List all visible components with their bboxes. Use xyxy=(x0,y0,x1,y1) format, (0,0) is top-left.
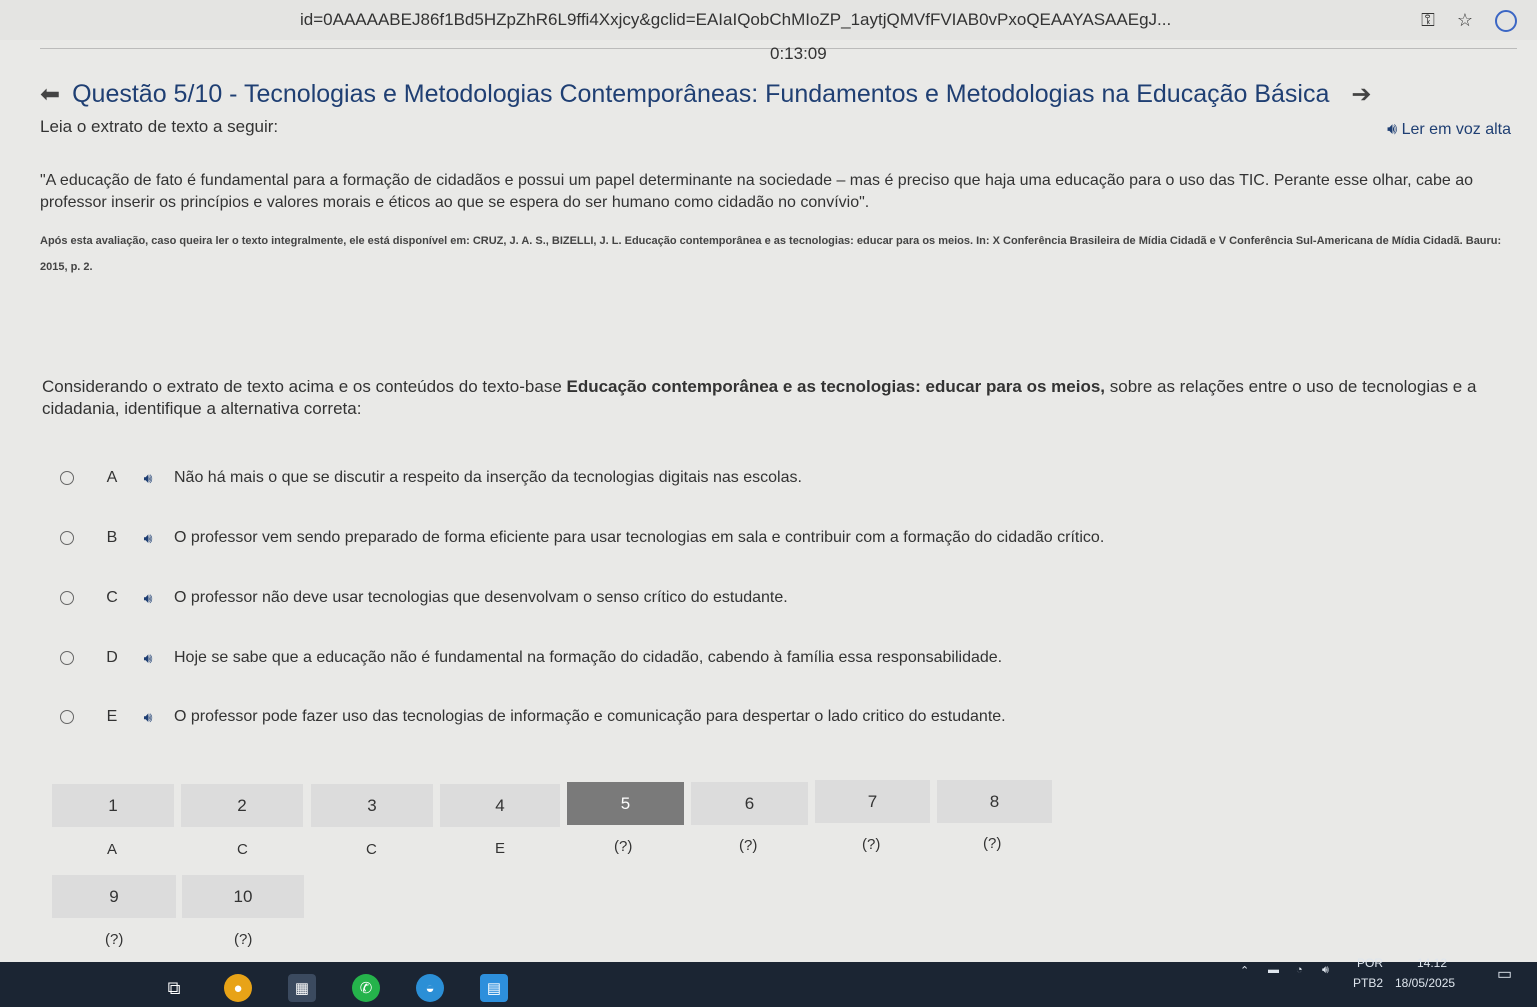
radio-button[interactable] xyxy=(60,710,74,724)
task-view-icon[interactable]: ⧉ xyxy=(160,974,188,1002)
keyboard-layout[interactable]: PTB2 xyxy=(1353,976,1383,990)
tray-chevron-icon[interactable]: ⌃ xyxy=(1240,964,1249,977)
read-aloud-label: Ler em voz alta xyxy=(1401,121,1511,138)
option-text: Não há mais o que se discutir a respeito… xyxy=(174,469,802,486)
next-arrow-icon[interactable]: ➔ xyxy=(1351,80,1371,109)
option-letter: A xyxy=(106,469,118,486)
read-aloud-button[interactable]: 🔊︎ Ler em voz alta xyxy=(1387,121,1511,139)
speaker-icon[interactable]: 🔊︎ xyxy=(130,530,166,547)
battery-icon[interactable]: ▬ xyxy=(1268,964,1279,976)
speaker-icon[interactable]: 🔊︎ xyxy=(130,590,166,607)
radio-button[interactable] xyxy=(60,591,74,605)
option-a[interactable]: A 🔊︎ Não há mais o que se discutir a res… xyxy=(52,455,1512,501)
edge-icon[interactable]: ◒ xyxy=(416,974,444,1002)
answer-10: (?) xyxy=(234,931,253,948)
question-prompt: Considerando o extrato de texto acima e … xyxy=(42,376,1502,420)
speaker-icon[interactable]: 🔊︎ xyxy=(130,470,166,487)
whatsapp-icon[interactable]: ✆ xyxy=(352,974,380,1002)
clock-date[interactable]: 18/05/2025 xyxy=(1395,976,1455,990)
key-icon[interactable]: ⚿ xyxy=(1421,10,1435,32)
answer-8: (?) xyxy=(983,835,1002,852)
timer: 0:13:09 xyxy=(770,44,827,63)
previous-arrow-icon[interactable]: ⬅ xyxy=(40,80,60,109)
citation-text: Após esta avaliação, caso queira ler o t… xyxy=(40,235,1502,273)
option-text: O professor vem sendo preparado de forma… xyxy=(174,529,1105,546)
speaker-icon[interactable]: 🔊︎ xyxy=(130,650,166,667)
answer-1: A xyxy=(107,841,118,858)
answer-5: (?) xyxy=(614,838,633,855)
volume-icon[interactable]: 🔊︎ xyxy=(1322,964,1329,977)
option-b[interactable]: B 🔊︎ O professor vem sendo preparado de … xyxy=(52,515,1512,561)
option-text: Hoje se sabe que a educação não é fundam… xyxy=(174,649,1003,666)
nav-question-8[interactable]: 8 xyxy=(937,780,1052,823)
chrome-icon[interactable]: ● xyxy=(224,974,252,1002)
answer-7: (?) xyxy=(862,836,881,853)
option-text: O professor não deve usar tecnologias qu… xyxy=(174,589,788,606)
nav-question-3[interactable]: 3 xyxy=(311,784,433,827)
wifi-icon[interactable]: ◔ xyxy=(1296,964,1303,976)
nav-question-10[interactable]: 10 xyxy=(182,875,304,918)
page-title: Questão 5/10 - Tecnologias e Metodologia… xyxy=(72,80,1330,108)
store-icon[interactable]: ▤ xyxy=(480,974,508,1002)
radio-button[interactable] xyxy=(60,471,74,485)
browser-address-bar[interactable]: id=0AAAAABEJ86f1Bd5HZpZhR6L9ffi4Xxjcy&gc… xyxy=(0,0,1537,40)
notifications-icon[interactable]: ▭ xyxy=(1497,964,1512,984)
answer-4: E xyxy=(495,840,506,857)
option-e[interactable]: E 🔊︎ O professor pode fazer uso das tecn… xyxy=(52,694,1512,740)
answer-2: C xyxy=(237,841,248,858)
nav-question-4[interactable]: 4 xyxy=(440,784,560,827)
option-letter: C xyxy=(106,589,118,606)
lead-text: Leia o extrato de texto a seguir: xyxy=(40,117,279,136)
nav-question-1[interactable]: 1 xyxy=(52,784,174,827)
option-letter: B xyxy=(106,529,118,546)
nav-question-7[interactable]: 7 xyxy=(815,780,930,823)
question-header: ⬅ Questão 5/10 - Tecnologias e Metodolog… xyxy=(40,80,1372,109)
option-c[interactable]: C 🔊︎ O professor não deve usar tecnologi… xyxy=(52,575,1512,621)
profile-icon[interactable] xyxy=(1495,10,1517,32)
radio-button[interactable] xyxy=(60,531,74,545)
clock-time[interactable]: 14:12 xyxy=(1417,956,1447,970)
quote-text: "A educação de fato é fundamental para a… xyxy=(40,172,1473,211)
nav-question-2[interactable]: 2 xyxy=(181,784,303,827)
answer-9: (?) xyxy=(105,931,124,948)
radio-button[interactable] xyxy=(60,651,74,665)
nav-question-6[interactable]: 6 xyxy=(691,782,808,825)
calendar-app-icon[interactable]: ▦ xyxy=(288,974,316,1002)
nav-question-9[interactable]: 9 xyxy=(52,875,176,918)
speaker-icon[interactable]: 🔊︎ xyxy=(130,709,166,726)
speaker-icon: 🔊︎ xyxy=(1387,121,1398,138)
option-letter: D xyxy=(106,649,118,666)
url-text[interactable]: id=0AAAAABEJ86f1Bd5HZpZhR6L9ffi4Xxjcy&gc… xyxy=(300,10,1380,30)
answer-3: C xyxy=(366,841,377,858)
option-text: O professor pode fazer uso das tecnologi… xyxy=(174,708,1006,725)
answer-6: (?) xyxy=(739,837,758,854)
prompt-before: Considerando o extrato de texto acima e … xyxy=(42,377,567,396)
option-d[interactable]: D 🔊︎ Hoje se sabe que a educação não é f… xyxy=(52,635,1512,681)
option-letter: E xyxy=(106,708,118,725)
star-icon[interactable]: ☆ xyxy=(1457,10,1473,32)
keyboard-language[interactable]: POR xyxy=(1357,956,1383,970)
nav-question-5[interactable]: 5 xyxy=(567,782,684,825)
prompt-bold: Educação contemporânea e as tecnologias:… xyxy=(566,377,1106,396)
